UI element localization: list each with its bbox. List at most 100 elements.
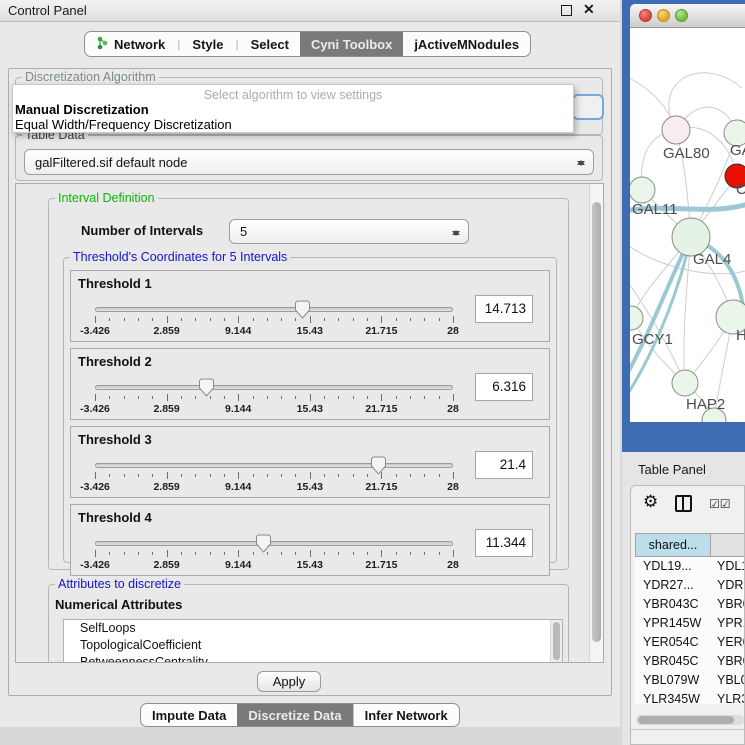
slider-track[interactable]	[95, 541, 453, 546]
cell-name: YBR0	[711, 652, 745, 671]
bottom-tab-bar: Impute DataDiscretize Data Infer Network	[140, 703, 460, 727]
node-label: GAL11	[632, 201, 678, 218]
network-canvas[interactable]: GAL80GACGAL11GAL4GCY1HHAP2	[630, 28, 745, 422]
float-window-icon[interactable]	[561, 5, 572, 16]
table-row[interactable]: YPR145WYPR1	[635, 614, 745, 633]
table-row[interactable]: YBR043CYBR0	[635, 595, 745, 614]
cell-name: YPR1	[711, 614, 745, 633]
network-icon	[96, 36, 109, 53]
table-row[interactable]: YDR27...YDR2	[635, 576, 745, 595]
threshold-slider[interactable]: -3.4262.8599.14415.4321.71528	[95, 533, 453, 573]
tab-discretize-data[interactable]: Discretize Data	[237, 704, 352, 726]
number-of-intervals-combobox[interactable]: 5	[229, 219, 469, 244]
tab-label: Infer Network	[365, 708, 448, 723]
divider	[631, 729, 745, 730]
mac-zoom-icon[interactable]	[675, 9, 688, 22]
tick-label: 9.144	[225, 403, 251, 415]
list-item-topologicalcoefficient[interactable]: TopologicalCoefficient	[64, 637, 562, 654]
algorithm-combobox[interactable]	[572, 94, 604, 120]
numerical-attributes-list[interactable]: SelfLoopsTopologicalCoefficientBetweenne…	[63, 619, 563, 663]
cell-name: YDL1	[711, 557, 745, 576]
cell-shared-name: YDL19...	[635, 557, 711, 576]
interval-definition-group: Interval Definition Number of Intervals …	[48, 198, 569, 570]
table-row[interactable]: YLR345WYLR3	[635, 690, 745, 704]
node-label: GA	[730, 142, 745, 159]
number-of-intervals-value: 5	[240, 224, 247, 239]
discretization-algorithm-title: Discretization Algorithm	[22, 70, 159, 84]
tick-label: 15.43	[297, 403, 323, 415]
tick-label: 15.43	[297, 559, 323, 571]
tick-label: 2.859	[153, 481, 179, 493]
table-panel-body: ⚙ ☑☑ shared...na YDL19...YDL1YDR27...YDR…	[630, 485, 745, 745]
threshold-label: Threshold 4	[78, 510, 152, 525]
slider-track[interactable]	[95, 385, 453, 390]
scrollbar-thumb[interactable]	[592, 202, 601, 642]
tab-select[interactable]: Select	[240, 32, 300, 56]
tab-label: jActiveMNodules	[414, 37, 519, 52]
mac-minimize-icon[interactable]	[657, 9, 670, 22]
tick-label: 15.43	[297, 481, 323, 493]
tab-impute-data[interactable]: Impute Data	[141, 704, 237, 726]
threshold-slider[interactable]: -3.4262.8599.14415.4321.71528	[95, 455, 453, 495]
network-window-titlebar	[630, 4, 745, 28]
table-row[interactable]: YBR045CYBR0	[635, 652, 745, 671]
table-panel: Table Panel ⚙ ☑☑ shared...na YDL19...YDL…	[622, 452, 745, 745]
tab-style[interactable]: Style	[181, 32, 234, 56]
slider-track[interactable]	[95, 463, 453, 468]
threshold-row-4: Threshold 4 -3.4262.8599.14415.4321.71528…	[70, 504, 550, 576]
slider-track[interactable]	[95, 307, 453, 312]
settings-scroll-area: Interval Definition Number of Intervals …	[15, 183, 604, 663]
algorithm-option-manual-discretization[interactable]: Manual Discretization	[13, 102, 573, 117]
tab-network[interactable]: Network	[85, 32, 176, 56]
cell-shared-name: YER054C	[635, 633, 711, 652]
algorithm-option-equal-width-frequency-discretization[interactable]: Equal Width/Frequency Discretization	[13, 117, 573, 132]
tick-label: -3.426	[80, 325, 110, 337]
combo-arrows-icon	[451, 224, 460, 242]
threshold-value-field[interactable]: 11.344	[475, 529, 533, 557]
threshold-slider[interactable]: -3.4262.8599.14415.4321.71528	[95, 377, 453, 417]
threshold-row-2: Threshold 2-3.4262.8599.14415.4321.71528…	[70, 348, 550, 420]
column-header-1[interactable]: shared...	[635, 533, 711, 557]
list-scrollbar[interactable]	[550, 620, 562, 663]
network-node[interactable]	[662, 116, 690, 144]
threshold-value-field[interactable]: 14.713	[475, 295, 533, 323]
table-row[interactable]: YBL079WYBL0	[635, 671, 745, 690]
tick-label: -3.426	[80, 403, 110, 415]
network-node[interactable]	[630, 306, 643, 330]
horizontal-scrollbar[interactable]	[636, 715, 744, 725]
column-header-2[interactable]: na	[711, 533, 745, 557]
tick-label: 2.859	[153, 325, 179, 337]
list-item-betweennesscentrality[interactable]: BetweennessCentrality	[64, 654, 562, 663]
tick-label: 9.144	[225, 481, 251, 493]
threshold-value-field[interactable]: 6.316	[475, 373, 533, 401]
cell-name: YLR3	[711, 690, 745, 704]
table-row[interactable]: YDL19...YDL1	[635, 557, 745, 576]
tab-jactivemnodules[interactable]: jActiveMNodules	[403, 32, 530, 56]
table-row[interactable]: YER054CYER0	[635, 633, 745, 652]
algorithm-options: Manual DiscretizationEqual Width/Frequen…	[13, 102, 573, 132]
thresholds-title: Threshold's Coordinates for 5 Intervals	[70, 250, 290, 264]
cell-shared-name: YBL079W	[635, 671, 711, 690]
list-item-selfloops[interactable]: SelfLoops	[64, 620, 562, 637]
network-node[interactable]	[672, 370, 698, 396]
apply-button[interactable]: Apply	[257, 671, 321, 692]
node-table[interactable]: shared...na YDL19...YDL1YDR27...YDR2YBR0…	[635, 533, 745, 704]
network-node[interactable]	[630, 177, 655, 203]
close-icon[interactable]: ✕	[583, 1, 595, 18]
tab-infer-network[interactable]: Infer Network	[353, 704, 459, 726]
scrollbar-thumb[interactable]	[638, 716, 734, 724]
tab-cyni-toolbox[interactable]: Cyni Toolbox	[300, 32, 403, 56]
threshold-value-field[interactable]: 21.4	[475, 451, 533, 479]
threshold-row-1: Threshold 1-3.4262.8599.14415.4321.71528…	[70, 270, 550, 342]
gear-icon[interactable]: ⚙	[643, 492, 658, 512]
threshold-row-3: Threshold 3-3.4262.8599.14415.4321.71528…	[70, 426, 550, 498]
checkboxes-icon[interactable]: ☑☑	[709, 497, 731, 511]
node-label: HAP2	[686, 396, 725, 413]
split-columns-icon[interactable]	[675, 495, 692, 512]
mac-close-icon[interactable]	[639, 9, 652, 22]
tab-label: Network	[114, 37, 165, 52]
tab-label: Select	[251, 37, 289, 52]
table-data-combobox[interactable]: galFiltered.sif default node	[24, 149, 594, 175]
threshold-slider[interactable]: -3.4262.8599.14415.4321.71528	[95, 299, 453, 339]
vertical-scrollbar[interactable]	[589, 184, 603, 662]
